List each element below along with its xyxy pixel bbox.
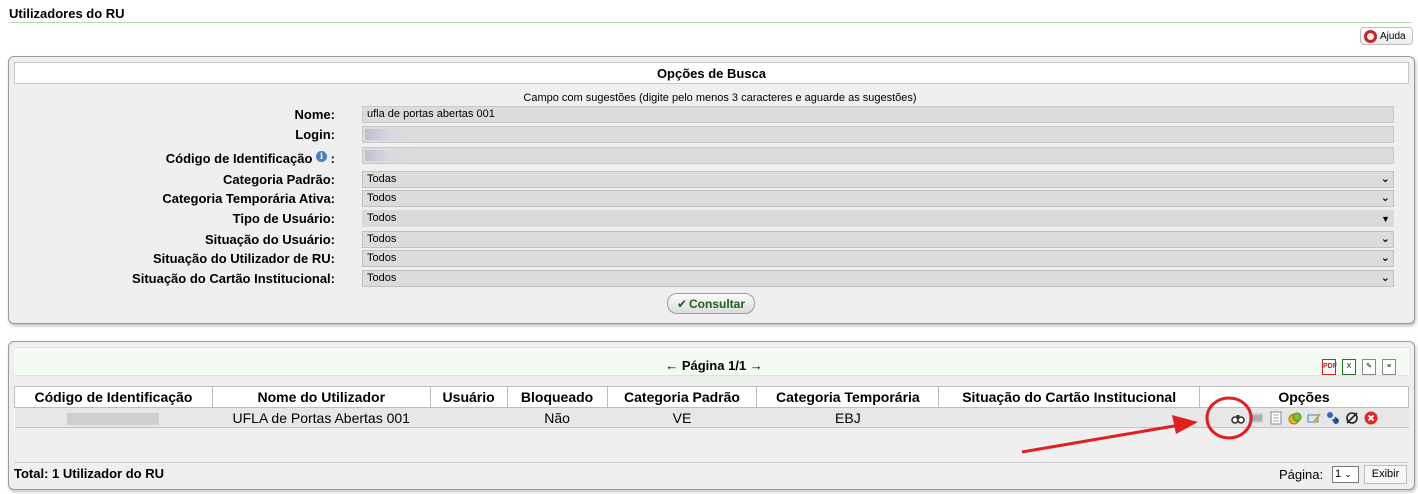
situacao-usuario-label: Situação do Usuário: <box>204 232 335 247</box>
delete-icon[interactable] <box>1364 411 1378 425</box>
field-row-situacao-cartao: Situação do Cartão Institucional: Todos … <box>9 270 1414 288</box>
field-row-situacao-utilizador: Situação do Utilizador de RU: Todos ⌄ <box>9 250 1414 268</box>
situacao-usuario-select[interactable]: Todos ⌄ <box>362 231 1394 248</box>
cell-codigo <box>14 407 213 428</box>
search-panel-header: Opções de Busca <box>14 62 1409 84</box>
situacao-usuario-value: Todos <box>367 233 397 245</box>
field-row-nome: Nome: ufla de portas abertas 001 <box>9 106 1414 124</box>
exibir-button[interactable]: Exibir <box>1364 465 1407 484</box>
categoria-temporaria-select[interactable]: Todos ⌄ <box>362 190 1394 207</box>
tipo-usuario-label: Tipo de Usuário: <box>232 211 335 226</box>
cell-opcoes <box>1199 407 1409 428</box>
tipo-usuario-select[interactable]: Todos ▼ <box>362 210 1394 227</box>
codigo-input[interactable] <box>362 147 1394 164</box>
results-panel: ← Página 1/1 → PDF X ✎ ≡ Código de Ident… <box>8 341 1415 490</box>
situacao-cartao-label: Situação do Cartão Institucional: <box>132 271 335 286</box>
categoria-padrao-label: Categoria Padrão: <box>223 172 335 187</box>
situacao-cartao-value: Todos <box>367 272 397 284</box>
export-icons: PDF X ✎ ≡ <box>1322 359 1396 375</box>
col-nome[interactable]: Nome do Utilizador <box>211 386 431 408</box>
login-input[interactable] <box>362 126 1394 143</box>
chevron-down-icon: ⌄ <box>1344 469 1352 479</box>
cell-categoria-temporaria: EBJ <box>756 407 939 428</box>
tipo-usuario-value: Todos <box>367 212 397 224</box>
search-panel: Opções de Busca Campo com sugestões (dig… <box>8 56 1415 324</box>
chevron-down-icon: ⌄ <box>1380 252 1390 264</box>
cell-nome: UFLA de Portas Abertas 001 <box>212 407 431 428</box>
suggestion-hint: Campo com sugestões (digite pelo menos 3… <box>523 92 917 104</box>
cell-categoria-padrao: VE <box>607 407 757 428</box>
chevron-down-icon: ⌄ <box>1380 192 1390 204</box>
login-label: Login: <box>295 127 335 142</box>
categoria-padrao-select[interactable]: Todas ⌄ <box>362 171 1394 188</box>
field-row-tipo-usuario: Tipo de Usuário: Todos ▼ <box>9 210 1414 228</box>
cell-usuario <box>430 407 508 428</box>
consultar-button-label: Consultar <box>689 296 746 311</box>
nome-input[interactable]: ufla de portas abertas 001 <box>362 106 1394 123</box>
table-header-row: Código de Identificação Nome do Utilizad… <box>14 386 1409 408</box>
barcode-icon[interactable] <box>1250 411 1264 425</box>
field-row-codigo: Código de Identificação i : <box>9 147 1414 169</box>
help-button-label: Ajuda <box>1380 30 1406 42</box>
pagina-select[interactable]: 1 ⌄ <box>1332 466 1359 483</box>
calculator-icon[interactable] <box>1269 411 1283 425</box>
nome-label: Nome: <box>294 107 335 122</box>
results-table: Código de Identificação Nome do Utilizad… <box>14 386 1409 428</box>
col-codigo[interactable]: Código de Identificação <box>14 386 213 408</box>
field-row-categoria-padrao: Categoria Padrão: Todas ⌄ <box>9 171 1414 189</box>
page-title: Utilizadores do RU <box>9 6 1412 23</box>
cell-bloqueado: Não <box>507 407 608 428</box>
coins-icon[interactable] <box>1288 411 1302 425</box>
col-situacao-cartao[interactable]: Situação do Cartão Institucional <box>938 386 1201 408</box>
print-icon[interactable]: ≡ <box>1382 359 1396 375</box>
codigo-label: Código de Identificação <box>165 151 313 166</box>
results-footer: Total: 1 Utilizador do RU Página: 1 ⌄ Ex… <box>14 462 1409 486</box>
table-row: UFLA de Portas Abertas 001 Não VE EBJ <box>14 407 1409 428</box>
chevron-down-icon: ⌄ <box>1380 173 1390 185</box>
total-count: Total: 1 Utilizador do RU <box>14 466 164 481</box>
transfer-icon[interactable] <box>1326 411 1340 425</box>
codigo-label-suffix: : <box>330 151 335 166</box>
consultar-button[interactable]: ✔ Consultar <box>667 293 755 314</box>
excel-icon[interactable]: X <box>1342 359 1356 375</box>
field-row-login: Login: <box>9 126 1414 144</box>
info-icon[interactable]: i <box>316 151 328 162</box>
card-edit-icon[interactable] <box>1307 411 1321 425</box>
option-icons <box>1200 411 1409 425</box>
situacao-utilizador-select[interactable]: Todos ⌄ <box>362 250 1394 267</box>
col-categoria-temporaria[interactable]: Categoria Temporária <box>756 386 940 408</box>
categoria-temporaria-label: Categoria Temporária Ativa: <box>162 191 335 206</box>
help-button[interactable]: Ajuda <box>1360 27 1413 45</box>
categoria-padrao-value: Todas <box>367 173 397 185</box>
results-toolbar: ← Página 1/1 → PDF X ✎ ≡ <box>14 347 1409 376</box>
pagina-label: Página: <box>1279 467 1324 482</box>
situacao-utilizador-label: Situação do Utilizador de RU: <box>152 251 335 266</box>
pager[interactable]: ← Página 1/1 → <box>14 358 1414 373</box>
col-usuario[interactable]: Usuário <box>429 386 508 408</box>
chevron-down-icon: ⌄ <box>1380 233 1390 245</box>
edit-report-icon[interactable]: ✎ <box>1362 359 1376 375</box>
cell-situacao-cartao <box>938 407 1200 428</box>
situacao-cartao-select[interactable]: Todos ⌄ <box>362 270 1394 287</box>
chevron-down-icon: ⌄ <box>1380 272 1390 284</box>
codigo-value <box>67 412 160 425</box>
lifebuoy-icon <box>1364 29 1377 43</box>
col-bloqueado[interactable]: Bloqueado <box>506 386 608 408</box>
codigo-label-group: Código de Identificação i : <box>166 151 335 166</box>
field-row-situacao-usuario: Situação do Usuário: Todos ⌄ <box>9 231 1414 249</box>
situacao-utilizador-value: Todos <box>367 252 397 264</box>
col-categoria-padrao[interactable]: Categoria Padrão <box>606 386 758 408</box>
checkmark-icon: ✔ <box>676 296 688 311</box>
pdf-icon[interactable]: PDF <box>1322 359 1337 375</box>
pagina-select-value: 1 <box>1335 468 1342 480</box>
triangle-down-icon: ▼ <box>1381 214 1390 224</box>
col-opcoes: Opções <box>1199 386 1409 408</box>
categoria-temporaria-value: Todos <box>367 192 397 204</box>
binoculars-icon[interactable] <box>1230 411 1245 425</box>
field-row-categoria-temporaria: Categoria Temporária Ativa: Todos ⌄ <box>9 190 1414 208</box>
block-icon[interactable] <box>1345 411 1359 425</box>
